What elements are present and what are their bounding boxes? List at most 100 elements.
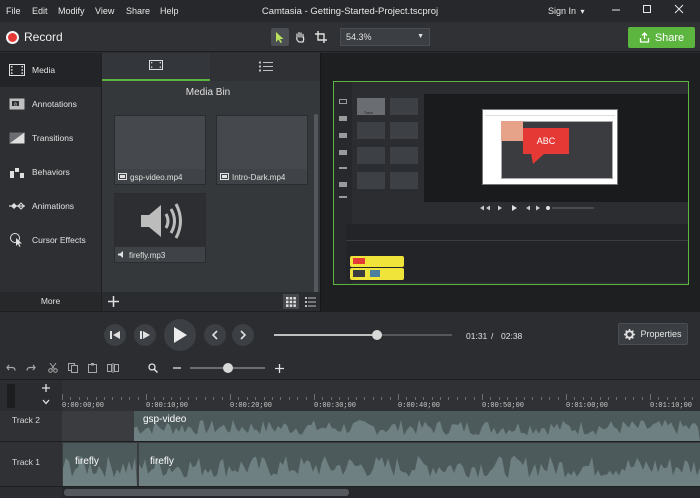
ruler-tick — [255, 397, 257, 400]
ruler-tick-label: 0:01:00;00 — [566, 402, 609, 410]
zoom-in-icon[interactable] — [272, 361, 286, 375]
ruler-tick — [87, 397, 89, 400]
sidebar-item-label: Cursor Effects — [32, 235, 86, 245]
film-icon — [9, 63, 25, 77]
sidebar-item-annotations[interactable]: a Annotations — [0, 87, 101, 121]
ruler-tick — [574, 397, 576, 400]
media-bin-scrollbar[interactable] — [314, 114, 318, 294]
step-forward-icon — [140, 331, 150, 339]
timeline-clip[interactable]: firefly — [63, 443, 137, 486]
menu-help[interactable]: Help — [160, 6, 179, 16]
playback-bar: 01:31 / 02:38 Properties — [0, 311, 700, 357]
callout-text: ABC — [536, 136, 556, 146]
ruler-tick — [423, 397, 425, 400]
grid-view-button[interactable] — [283, 294, 299, 309]
sidebar-item-label: Transitions — [32, 133, 74, 143]
add-track-button[interactable] — [40, 382, 52, 394]
share-button[interactable]: Share — [628, 27, 695, 48]
ruler-tick — [381, 397, 383, 400]
menu-view[interactable]: View — [95, 6, 114, 16]
sign-in-button[interactable]: Sign In ▾ — [548, 6, 585, 16]
add-media-button[interactable] — [106, 294, 120, 308]
previous-frame-button[interactable] — [104, 324, 126, 346]
ruler-tick — [238, 397, 240, 400]
ruler-tick — [465, 397, 467, 400]
track-header-1[interactable]: Track 1 — [0, 442, 62, 487]
list-view-button[interactable] — [302, 294, 318, 309]
ruler-tick — [213, 397, 215, 400]
tab-library[interactable] — [210, 53, 321, 81]
ruler-tick — [230, 394, 231, 400]
clip-label: firefly — [150, 456, 174, 467]
redo-icon[interactable] — [24, 361, 38, 375]
play-button[interactable] — [164, 319, 196, 351]
ruler-tick — [624, 397, 626, 400]
sidebar-item-transitions[interactable]: Transitions — [0, 121, 101, 155]
menu-share[interactable]: Share — [126, 6, 150, 16]
minimize-icon[interactable] — [609, 4, 623, 18]
record-button[interactable]: Record — [6, 29, 63, 45]
ruler-tick — [372, 397, 374, 400]
media-item-gsp-video[interactable]: gsp-video.mp4 — [114, 115, 206, 185]
ruler-tick — [154, 397, 156, 400]
media-item-firefly[interactable]: firefly.mp3 — [114, 193, 206, 263]
ruler-tick — [297, 397, 299, 400]
media-item-label: Intro-Dark.mp4 — [232, 173, 286, 182]
sidebar-item-media[interactable]: Media — [0, 53, 101, 87]
canvas-zoom-select[interactable]: 54.3% ▼ — [340, 28, 430, 46]
menu-modify[interactable]: Modify — [58, 6, 85, 16]
close-icon[interactable] — [672, 4, 686, 18]
properties-button[interactable]: Properties — [618, 323, 688, 345]
canvas-area: Track ABC — [320, 53, 700, 311]
tab-media-bin[interactable] — [102, 53, 210, 81]
ruler-tick — [498, 397, 500, 400]
scrubber-handle[interactable] — [371, 330, 382, 340]
timeline-ruler[interactable]: 0:00:00;00 0:00:10;00 0:00:20;00 0:00:30… — [0, 379, 700, 412]
media-item-intro-dark[interactable]: Intro-Dark.mp4 — [216, 115, 308, 185]
pointer-icon[interactable] — [271, 28, 289, 46]
menu-file[interactable]: File — [6, 6, 21, 16]
next-frame-button[interactable] — [134, 324, 156, 346]
timeline-scrollbar[interactable] — [62, 487, 700, 498]
cut-icon[interactable] — [46, 361, 60, 375]
split-icon[interactable] — [106, 361, 120, 375]
audio-file-icon — [118, 251, 126, 260]
zoom-icon[interactable] — [146, 361, 160, 375]
media-bin-panel: Media Bin gsp-video.mp4 Intro-Dark.mp4 f… — [101, 53, 321, 311]
ruler-tick — [473, 397, 475, 400]
maximize-icon[interactable] — [640, 4, 654, 18]
sidebar-item-cursor-effects[interactable]: Cursor Effects — [0, 223, 101, 257]
preview-canvas[interactable]: Track ABC — [333, 81, 689, 285]
track-lane-2: gsp-video — [62, 411, 700, 442]
ruler-tick — [515, 397, 517, 400]
current-time: 01:31 — [466, 331, 488, 341]
hand-pan-icon[interactable] — [291, 28, 309, 46]
timeline-clip[interactable]: firefly — [139, 443, 700, 486]
scrubber-progress — [274, 334, 377, 336]
collapse-tracks-button[interactable] — [40, 396, 52, 408]
timeline-zoom-slider[interactable] — [190, 363, 265, 373]
timeline-clip[interactable]: gsp-video — [134, 411, 700, 441]
crop-icon[interactable] — [312, 28, 330, 46]
ruler-tick — [658, 397, 660, 400]
menu-edit[interactable]: Edit — [32, 6, 48, 16]
timeline-zoom-handle[interactable] — [222, 363, 233, 373]
film-icon — [149, 60, 163, 72]
sidebar-item-behaviors[interactable]: Behaviors — [0, 155, 101, 189]
paste-icon[interactable] — [86, 361, 100, 375]
ruler-tick — [196, 397, 198, 400]
playback-scrubber[interactable] — [274, 330, 452, 340]
copy-icon[interactable] — [66, 361, 80, 375]
scrollbar-thumb[interactable] — [64, 489, 349, 496]
cursor-icon — [9, 233, 25, 247]
more-button[interactable]: More — [0, 292, 101, 311]
ruler-tick — [78, 397, 80, 400]
clip-label: gsp-video — [143, 414, 187, 425]
track-header-2[interactable]: Track 2 — [0, 411, 62, 442]
next-clip-button[interactable] — [232, 324, 254, 346]
zoom-out-icon[interactable] — [170, 361, 184, 375]
sidebar-item-animations[interactable]: Animations — [0, 189, 101, 223]
undo-icon[interactable] — [4, 361, 18, 375]
ruler-tick — [171, 397, 173, 400]
previous-clip-button[interactable] — [204, 324, 226, 346]
